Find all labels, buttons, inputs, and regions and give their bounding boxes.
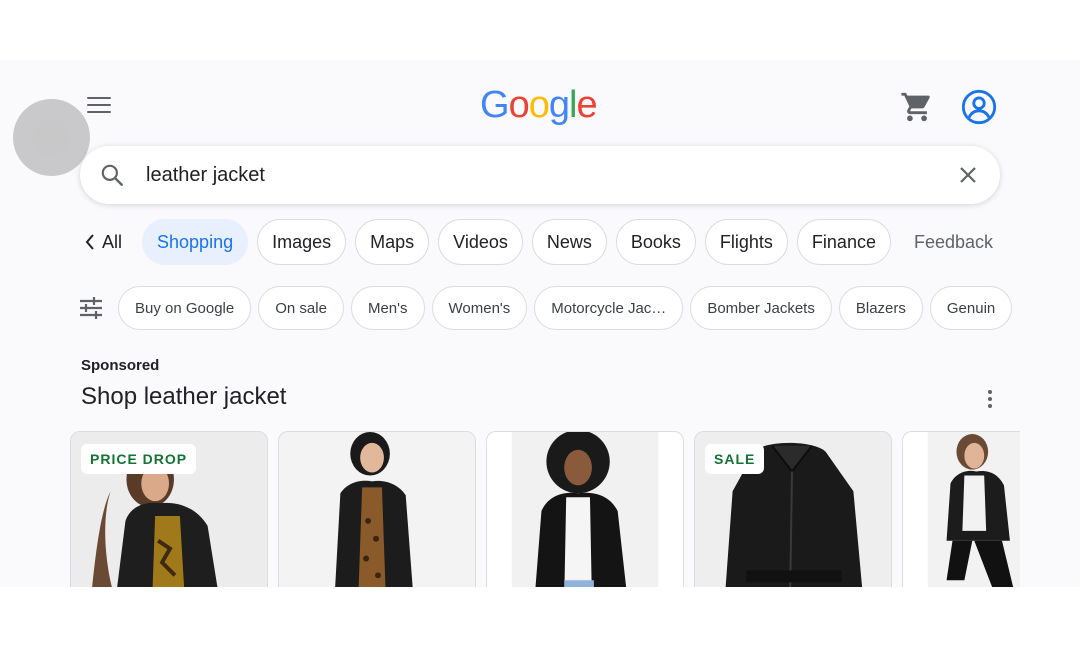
shopping-cart-icon[interactable]: [900, 90, 934, 124]
section-title: Shop leather jacket: [81, 383, 287, 410]
tab-shopping[interactable]: Shopping: [142, 219, 249, 265]
tab-images[interactable]: Images: [257, 219, 347, 265]
tab-maps[interactable]: Maps: [355, 219, 430, 265]
sale-badge: SALE: [705, 444, 765, 474]
chip-bomber-jackets[interactable]: Bomber Jackets: [690, 286, 832, 330]
tab-flights[interactable]: Flights: [704, 219, 788, 265]
menu-bar: [87, 97, 111, 99]
search-input[interactable]: leather jacket: [146, 164, 265, 187]
chip-on-sale[interactable]: On sale: [258, 286, 344, 330]
account-circle-icon[interactable]: [960, 88, 998, 126]
close-icon[interactable]: [956, 163, 980, 187]
logo-letter: o: [508, 84, 530, 126]
chip-womens[interactable]: Women's: [431, 286, 528, 330]
price-drop-badge: PRICE DROP: [81, 444, 197, 474]
chip-blazers[interactable]: Blazers: [838, 286, 923, 330]
product-card[interactable]: [902, 431, 1020, 587]
dot: [988, 390, 992, 394]
bottom-blank-area: [0, 587, 1080, 672]
product-image: [903, 432, 1020, 587]
search-tabs: All Shopping Images Maps Videos News Boo…: [84, 219, 1016, 265]
dot: [988, 404, 992, 408]
tab-all[interactable]: All: [84, 219, 142, 265]
touch-indicator: [13, 99, 90, 176]
product-card[interactable]: PRICE DROP: [70, 431, 268, 587]
tab-finance[interactable]: Finance: [796, 219, 891, 265]
product-carousel: PRICE DROP SALE: [70, 431, 1020, 587]
logo-letter: l: [568, 84, 578, 126]
chevron-left-icon: [85, 234, 94, 250]
tab-news[interactable]: News: [531, 219, 607, 265]
menu-bar: [87, 111, 111, 113]
search-icon[interactable]: [99, 162, 125, 188]
product-image: [279, 432, 475, 587]
logo-letter: o: [528, 84, 550, 126]
tab-books[interactable]: Books: [615, 219, 696, 265]
product-card[interactable]: [486, 431, 684, 587]
logo-letter: e: [576, 84, 597, 126]
chip-mens[interactable]: Men's: [350, 286, 425, 330]
product-image: [487, 432, 683, 587]
menu-button[interactable]: [84, 90, 114, 120]
product-card[interactable]: SALE: [694, 431, 892, 587]
sponsored-label: Sponsored: [81, 357, 160, 374]
tune-filter-icon[interactable]: [76, 293, 106, 323]
more-options-icon[interactable]: [980, 388, 1000, 410]
dot: [988, 397, 992, 401]
feedback-link[interactable]: Feedback: [900, 219, 1007, 265]
logo-letter: g: [548, 84, 570, 126]
tab-videos[interactable]: Videos: [438, 219, 523, 265]
logo-letter: G: [480, 84, 510, 126]
search-bar[interactable]: leather jacket: [80, 146, 1000, 204]
filter-chips: Buy on Google On sale Men's Women's Moto…: [76, 286, 1020, 330]
google-logo[interactable]: Google: [480, 84, 598, 128]
menu-bar: [87, 104, 111, 106]
product-card[interactable]: [278, 431, 476, 587]
chip-motorcycle-jackets[interactable]: Motorcycle Jac…: [534, 286, 684, 330]
chip-buy-on-google[interactable]: Buy on Google: [118, 286, 252, 330]
tab-all-label: All: [102, 231, 123, 252]
chip-genuine[interactable]: Genuin: [929, 286, 1013, 330]
